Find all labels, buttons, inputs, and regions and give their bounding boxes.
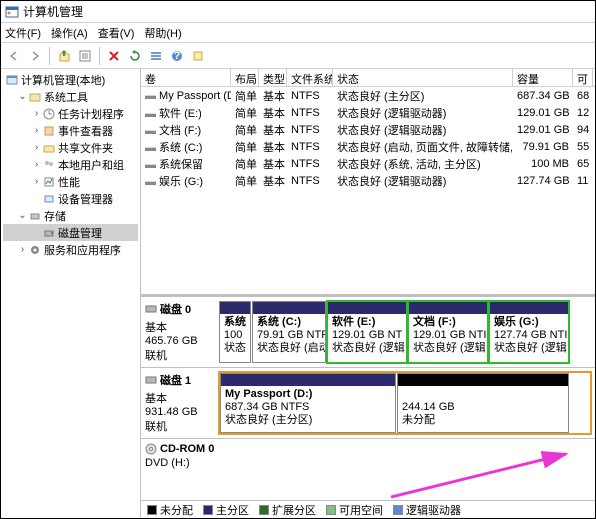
legend-extended: 扩展分区 xyxy=(259,502,316,518)
help-button[interactable]: ? xyxy=(168,47,186,65)
expand-icon[interactable]: › xyxy=(31,176,42,187)
col-fs[interactable]: 文件系统 xyxy=(287,69,333,86)
app-icon xyxy=(5,5,19,19)
volume-list: 卷 布局 类型 文件系统 状态 容量 可 ▬ My Passport (D:)简… xyxy=(141,69,595,297)
col-type[interactable]: 类型 xyxy=(259,69,287,86)
volume-row[interactable]: ▬ My Passport (D:)简单基本NTFS状态良好 (主分区)687.… xyxy=(141,87,595,104)
expand-icon[interactable]: › xyxy=(31,125,42,136)
col-capacity[interactable]: 容量 xyxy=(513,69,573,86)
partition-g[interactable]: 娱乐 (G:)127.74 GB NTI状态良好 (逻辑 xyxy=(489,301,569,363)
disk-row-1: 磁盘 1 基本 931.48 GB 联机 My Passport (D:)687… xyxy=(141,368,595,439)
disk-icon xyxy=(145,374,157,386)
disk-header-1[interactable]: 磁盘 1 基本 931.48 GB 联机 xyxy=(145,372,215,434)
menu-action[interactable]: 操作(A) xyxy=(51,25,88,41)
settings-button[interactable] xyxy=(189,47,207,65)
expand-icon[interactable]: › xyxy=(31,108,42,119)
back-button[interactable] xyxy=(5,47,23,65)
expand-icon[interactable]: › xyxy=(31,142,42,153)
partition-sysreserved[interactable]: 系统100状态 xyxy=(219,301,251,363)
disk-header-cd[interactable]: CD-ROM 0 DVD (H:) xyxy=(145,443,591,469)
disk-map: 磁盘 0 基本 465.76 GB 联机 系统100状态 系统 (C:)79.9… xyxy=(141,297,595,518)
disk-row-0: 磁盘 0 基本 465.76 GB 联机 系统100状态 系统 (C:)79.9… xyxy=(141,297,595,368)
col-volume[interactable]: 卷 xyxy=(141,69,231,86)
window-title: 计算机管理 xyxy=(23,3,83,20)
disk-row-cd: CD-ROM 0 DVD (H:) xyxy=(141,439,595,473)
partition-c[interactable]: 系统 (C:)79.91 GB NTF状态良好 (启动 xyxy=(252,301,326,363)
partition-unallocated[interactable]: 244.14 GB未分配 xyxy=(397,373,569,433)
disk-icon xyxy=(145,303,157,315)
forward-button[interactable] xyxy=(26,47,44,65)
collapse-icon[interactable]: ⌄ xyxy=(17,210,28,221)
properties-button[interactable] xyxy=(76,47,94,65)
legend: 未分配 主分区 扩展分区 可用空间 逻辑驱动器 xyxy=(141,500,595,518)
svg-text:?: ? xyxy=(174,50,181,62)
cd-icon xyxy=(145,443,157,455)
col-avail[interactable]: 可 xyxy=(573,69,593,86)
volume-list-header: 卷 布局 类型 文件系统 状态 容量 可 xyxy=(141,69,595,87)
delete-button[interactable] xyxy=(105,47,123,65)
tree-diskmgmt[interactable]: 磁盘管理 xyxy=(3,224,138,241)
legend-primary: 主分区 xyxy=(203,502,249,518)
collapse-icon[interactable]: ⌄ xyxy=(17,91,28,102)
tree-shared[interactable]: ›共享文件夹 xyxy=(3,139,138,156)
tree-event[interactable]: ›事件查看器 xyxy=(3,122,138,139)
volume-row[interactable]: ▬ 软件 (E:)简单基本NTFS状态良好 (逻辑驱动器)129.01 GB12 xyxy=(141,104,595,121)
tree-systools[interactable]: ⌄系统工具 xyxy=(3,88,138,105)
legend-logical: 逻辑驱动器 xyxy=(393,502,461,518)
expand-icon[interactable]: › xyxy=(17,244,28,255)
partition-f[interactable]: 文档 (F:)129.01 GB NTI状态良好 (逻辑 xyxy=(408,301,488,363)
legend-unallocated: 未分配 xyxy=(147,502,193,518)
menu-file[interactable]: 文件(F) xyxy=(5,25,41,41)
refresh-button[interactable] xyxy=(126,47,144,65)
separator xyxy=(49,47,50,65)
disk-header-0[interactable]: 磁盘 0 基本 465.76 GB 联机 xyxy=(145,301,215,363)
menu-view[interactable]: 查看(V) xyxy=(98,25,135,41)
tree-storage[interactable]: ⌄存储 xyxy=(3,207,138,224)
expand-icon[interactable]: › xyxy=(31,159,42,170)
up-button[interactable] xyxy=(55,47,73,65)
volume-row[interactable]: ▬ 文档 (F:)简单基本NTFS状态良好 (逻辑驱动器)129.01 GB94 xyxy=(141,121,595,138)
menubar: 文件(F) 操作(A) 查看(V) 帮助(H) xyxy=(1,23,595,43)
partition-d[interactable]: My Passport (D:)687.34 GB NTFS状态良好 (主分区) xyxy=(220,373,396,433)
tree-services[interactable]: ›服务和应用程序 xyxy=(3,241,138,258)
volume-row[interactable]: ▬ 娱乐 (G:)简单基本NTFS状态良好 (逻辑驱动器)127.74 GB11 xyxy=(141,172,595,189)
volume-row[interactable]: ▬ 系统 (C:)简单基本NTFS状态良好 (启动, 页面文件, 故障转储, 主… xyxy=(141,138,595,155)
col-layout[interactable]: 布局 xyxy=(231,69,259,86)
tree-root[interactable]: 计算机管理(本地) xyxy=(3,71,138,88)
volume-row[interactable]: ▬ 系统保留简单基本NTFS状态良好 (系统, 活动, 主分区)100 MB65 xyxy=(141,155,595,172)
tree-perf[interactable]: ›性能 xyxy=(3,173,138,190)
toolbar: ? xyxy=(1,43,595,69)
col-status[interactable]: 状态 xyxy=(333,69,513,86)
separator xyxy=(99,47,100,65)
tree-users[interactable]: ›本地用户和组 xyxy=(3,156,138,173)
tree-task[interactable]: ›任务计划程序 xyxy=(3,105,138,122)
partition-e[interactable]: 软件 (E:)129.01 GB NT状态良好 (逻辑 xyxy=(327,301,407,363)
list-button[interactable] xyxy=(147,47,165,65)
legend-free: 可用空间 xyxy=(326,502,383,518)
tree-devmgr[interactable]: 设备管理器 xyxy=(3,190,138,207)
tree-panel: 计算机管理(本地) ⌄系统工具 ›任务计划程序 ›事件查看器 ›共享文件夹 ›本… xyxy=(1,69,141,518)
menu-help[interactable]: 帮助(H) xyxy=(144,25,181,41)
